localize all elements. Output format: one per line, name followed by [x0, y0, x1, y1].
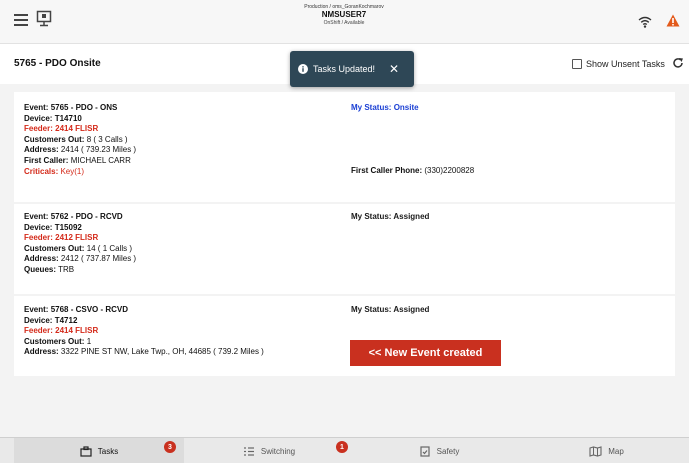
task-card[interactable]: Event: 5762 - PDO - RCVD Device: T15092 … [14, 204, 675, 294]
task-card[interactable]: Event: 5768 - CSVO - RCVD Device: T4712 … [14, 296, 675, 376]
toast-message: Tasks Updated! [313, 64, 376, 74]
warning-icon[interactable] [666, 14, 680, 27]
my-status: My Status: Assigned [351, 305, 430, 314]
header-user: NMSUSER7 [321, 10, 367, 19]
feeder-line: Feeder: 2412 FLISR [24, 233, 99, 243]
my-status: My Status: Assigned [351, 212, 430, 221]
device-line: Device: T4712 [24, 315, 78, 325]
my-status: My Status: Onsite [351, 103, 419, 112]
switching-badge: 1 [336, 441, 348, 453]
tasks-icon [80, 445, 92, 457]
close-icon[interactable]: ✕ [389, 63, 399, 75]
customers-out-line: Customers Out: 14 ( 1 Calls ) [24, 243, 133, 253]
header-status: OnShift / Available [323, 19, 365, 26]
feeder-line: Feeder: 2414 FLISR [24, 326, 99, 336]
first-caller-line: First Caller: MICHAEL CARR [24, 155, 131, 165]
refresh-icon[interactable] [672, 57, 684, 69]
tab-switching[interactable]: Switching [184, 438, 354, 463]
tab-tasks-label: Tasks [97, 446, 119, 456]
header-user-info: Production / oms_GoranKochmarov NMSUSER7… [244, 4, 444, 26]
toast-notification: Tasks Updated! ✕ [290, 51, 414, 87]
event-line: Event: 5765 - PDO - ONS [24, 103, 118, 112]
first-caller-phone: First Caller Phone: (330)2200828 [351, 166, 475, 175]
feeder-line: Feeder: 2414 FLISR [24, 124, 99, 134]
show-unsent-toggle[interactable]: Show Unsent Tasks [572, 57, 665, 71]
customers-out-line: Customers Out: 8 ( 3 Calls ) [24, 134, 128, 144]
menu-icon[interactable] [14, 14, 28, 26]
tab-safety-label: Safety [436, 446, 460, 456]
show-unsent-checkbox[interactable] [572, 59, 582, 69]
device-line: Device: T15092 [24, 222, 82, 232]
new-event-annotation: << New Event created [350, 340, 501, 366]
device-icon[interactable] [36, 10, 52, 28]
tab-safety[interactable]: Safety [354, 438, 524, 463]
customers-out-line: Customers Out: 1 [24, 336, 92, 346]
tab-switching-label: Switching [260, 446, 296, 456]
address-line: Address: 2414 ( 739.23 Miles ) [24, 145, 137, 155]
event-line: Event: 5768 - CSVO - RCVD [24, 305, 129, 314]
tasks-badge: 3 [164, 441, 176, 453]
queues-line: Queues: TRB [24, 264, 75, 274]
map-icon [589, 445, 602, 457]
device-line: Device: T14710 [24, 113, 82, 123]
task-list: Event: 5765 - PDO - ONS Device: T14710 F… [0, 84, 689, 437]
tab-tasks[interactable]: Tasks [14, 438, 184, 463]
address-line: Address: 2412 ( 737.87 Miles ) [24, 254, 137, 264]
info-icon [298, 64, 308, 74]
safety-icon [420, 445, 430, 457]
task-card[interactable]: Event: 5765 - PDO - ONS Device: T14710 F… [14, 92, 675, 202]
page-title: 5765 - PDO Onsite [14, 58, 101, 69]
tab-map[interactable]: Map [524, 438, 689, 463]
address-line: Address: 3322 PINE ST NW, Lake Twp., OH,… [24, 347, 264, 357]
criticals-line: Criticals: Key(1) [24, 166, 85, 176]
top-bar: Production / oms_GoranKochmarov NMSUSER7… [0, 0, 689, 44]
wifi-icon [638, 16, 652, 28]
event-line: Event: 5762 - PDO - RCVD [24, 212, 123, 221]
show-unsent-label: Show Unsent Tasks [586, 59, 665, 69]
switching-icon [243, 446, 254, 456]
tab-map-label: Map [608, 446, 624, 456]
